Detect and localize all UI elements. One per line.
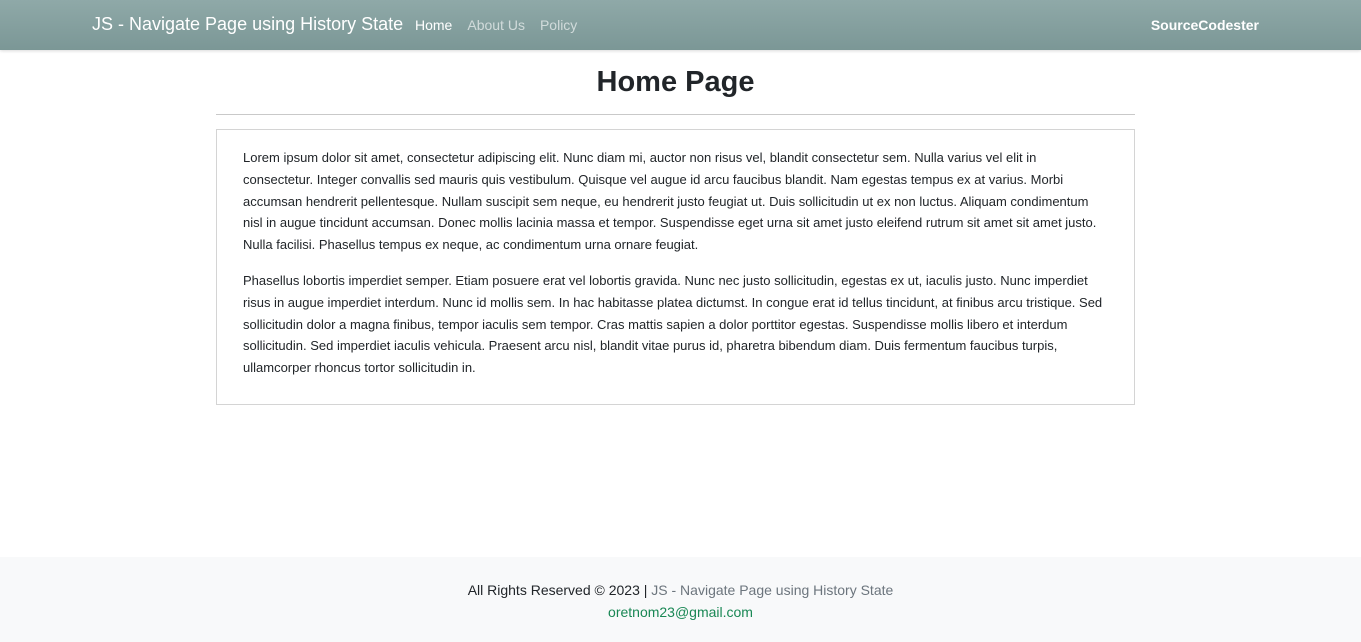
content-paragraph-1: Lorem ipsum dolor sit amet, consectetur … <box>243 150 1097 253</box>
nav-link-home[interactable]: Home <box>415 17 452 33</box>
nav-link-policy[interactable]: Policy <box>540 17 577 33</box>
footer-app-name: JS - Navigate Page using History State <box>651 582 894 598</box>
page: JS - Navigate Page using History State H… <box>0 0 1361 642</box>
footer-contact: oretnom23@gmail.com <box>0 604 1361 620</box>
content-paragraph-2: Phasellus lobortis imperdiet semper. Eti… <box>243 272 1103 376</box>
nav-links: Home About Us Policy <box>415 17 577 33</box>
footer-email-link[interactable]: oretnom23@gmail.com <box>608 604 753 620</box>
footer: All Rights Reserved © 2023 | JS - Naviga… <box>0 557 1361 642</box>
content-card: Lorem ipsum dolor sit amet, consectetur … <box>216 129 1135 405</box>
footer-copyright: All Rights Reserved © 2023 | JS - Naviga… <box>0 582 1361 598</box>
footer-rights-text: All Rights Reserved © 2023 | <box>467 582 652 598</box>
nav-link-about-us[interactable]: About Us <box>467 17 525 33</box>
navbar-brand[interactable]: JS - Navigate Page using History State <box>92 14 403 35</box>
top-navbar: JS - Navigate Page using History State H… <box>0 0 1361 50</box>
navbar-right-brand[interactable]: SourceCodester <box>1151 17 1259 33</box>
title-divider <box>216 114 1135 115</box>
page-title: Home Page <box>596 66 755 98</box>
